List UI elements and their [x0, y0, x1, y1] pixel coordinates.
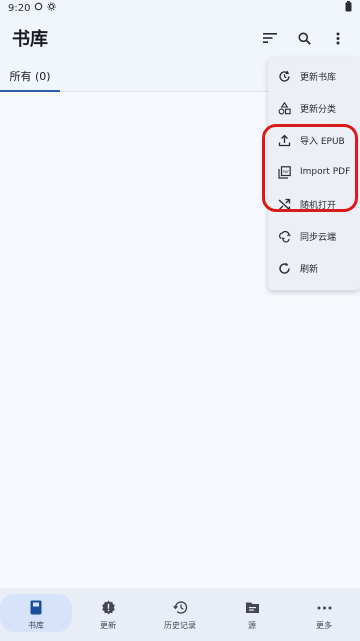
nav-item-sources[interactable]: 源: [216, 588, 288, 641]
nav-label: 历史记录: [164, 620, 196, 630]
app-bar-actions: [256, 26, 352, 50]
nav-label: 书库: [28, 620, 44, 630]
nav-item-history[interactable]: 历史记录: [144, 588, 216, 641]
more-icon: [317, 599, 332, 617]
menu-item-label: 刷新: [300, 264, 319, 275]
sync-status-icon: [34, 2, 43, 14]
search-icon: [298, 32, 311, 45]
overflow-menu: 更新书库 更新分类 导入 EPUB PDF Import PDF 随机打开 同步…: [268, 58, 360, 290]
pdf-icon: PDF: [277, 165, 291, 179]
menu-item-refresh[interactable]: 刷新: [268, 252, 360, 284]
menu-item-cloud-sync[interactable]: 同步云端: [268, 220, 360, 252]
sort-icon: [263, 33, 277, 43]
svg-text:PDF: PDF: [282, 169, 289, 173]
status-time: 9:20: [8, 2, 31, 14]
menu-item-update-categories[interactable]: 更新分类: [268, 92, 360, 124]
shuffle-icon: [277, 197, 291, 211]
menu-item-label: 同步云端: [300, 232, 337, 243]
refresh-icon: [277, 261, 291, 275]
more-vert-icon: [336, 32, 340, 44]
menu-item-label: 随机打开: [300, 200, 337, 211]
menu-item-random-open[interactable]: 随机打开: [268, 188, 360, 220]
source-icon: [245, 599, 260, 617]
nav-item-library[interactable]: 书库: [0, 588, 72, 641]
new-badge-icon: [101, 599, 116, 617]
search-button[interactable]: [290, 26, 318, 50]
tab-all-label: 所有 (0): [9, 70, 51, 83]
menu-item-label: 导入 EPUB: [300, 136, 345, 147]
nav-item-updates[interactable]: 更新: [72, 588, 144, 641]
nav-label: 更多: [316, 620, 332, 630]
shapes-icon: [277, 101, 291, 115]
nav-item-more[interactable]: 更多: [288, 588, 360, 641]
sort-button[interactable]: [256, 26, 284, 50]
status-bar: 9:20: [0, 0, 360, 16]
menu-item-label: 更新书库: [300, 72, 337, 83]
refresh-clock-icon: [277, 69, 291, 83]
cloud-sync-icon: [277, 229, 291, 243]
menu-item-update-library[interactable]: 更新书库: [268, 60, 360, 92]
overflow-menu-button[interactable]: [324, 26, 352, 50]
battery-icon: [345, 1, 352, 15]
menu-item-label: 更新分类: [300, 104, 337, 115]
nav-label: 更新: [100, 620, 116, 630]
menu-item-label: Import PDF: [300, 167, 351, 177]
menu-item-import-epub[interactable]: 导入 EPUB: [268, 124, 360, 156]
page-title: 书库: [12, 29, 48, 50]
settings-status-icon: [47, 2, 57, 14]
tab-all[interactable]: 所有 (0): [0, 60, 60, 92]
bottom-navigation: 书库 更新 历史记录 源 更多: [0, 588, 360, 641]
book-icon: [30, 599, 42, 617]
menu-item-import-pdf[interactable]: PDF Import PDF: [268, 156, 360, 188]
nav-label: 源: [248, 620, 256, 630]
history-icon: [172, 599, 188, 617]
upload-icon: [277, 133, 291, 147]
